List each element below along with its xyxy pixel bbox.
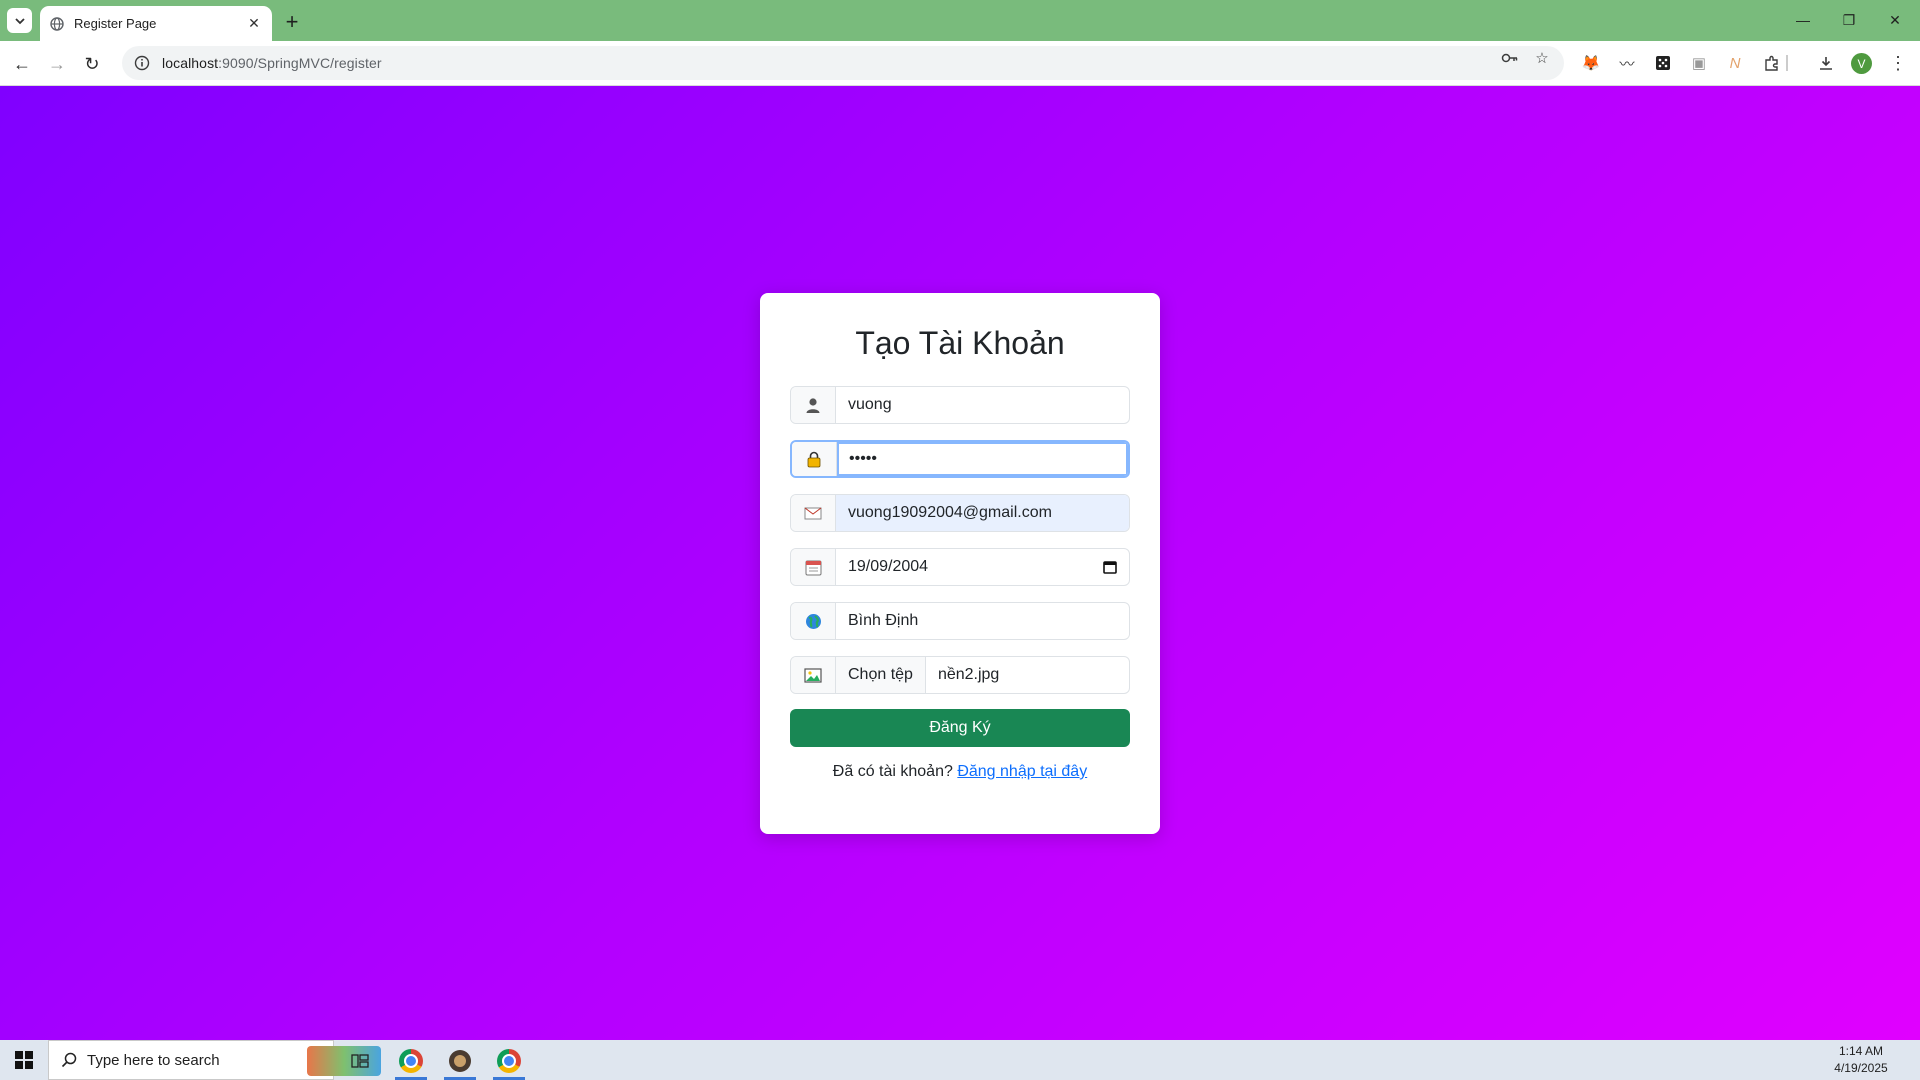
address-input[interactable]: Bình Định (836, 603, 1129, 639)
task-view-icon[interactable] (338, 1044, 382, 1078)
minimize-button[interactable]: — (1780, 7, 1826, 33)
metamask-extension-icon[interactable]: 🦊 (1581, 53, 1601, 73)
taskbar-search[interactable]: Type here to search (48, 1040, 381, 1080)
reload-button[interactable]: ↻ (78, 50, 106, 78)
avatar-file-group: Chọn tệp nền2.jpg (790, 656, 1130, 694)
clock-time: 1:14 AM (1838, 1044, 1884, 1058)
register-page: Tạo Tài Khoản vuong ••••• vuong19092004@… (0, 86, 1920, 1040)
address-group: Bình Định (790, 602, 1130, 640)
forward-button[interactable]: → (43, 50, 71, 78)
url-host: localhost (162, 55, 219, 71)
bookmark-star-icon[interactable]: ☆ (1532, 48, 1552, 68)
start-button[interactable] (0, 1040, 48, 1080)
chrome-icon (399, 1049, 423, 1073)
page-title: Tạo Tài Khoản (855, 325, 1065, 361)
extensions-puzzle-icon[interactable] (1762, 53, 1782, 73)
tab-title: Register Page (74, 16, 157, 31)
search-icon (61, 1052, 77, 1068)
calendar-icon (791, 549, 836, 585)
login-prompt-text: Đã có tài khoản? (832, 763, 953, 780)
choose-file-button[interactable]: Chọn tệp (836, 657, 926, 693)
envelope-icon (791, 495, 836, 531)
system-clock[interactable]: 1:14 AM 4/19/2025 (1826, 1043, 1896, 1077)
email-input[interactable]: vuong19092004@gmail.com (836, 495, 1129, 531)
taskbar-app-2[interactable] (438, 1044, 482, 1080)
extension-dice-icon[interactable] (1653, 53, 1673, 73)
password-group: ••••• (790, 440, 1130, 478)
file-name-text: nền2.jpg (937, 666, 1000, 683)
key-icon[interactable] (1500, 48, 1520, 68)
menu-kebab-icon[interactable]: ⋮ (1888, 53, 1908, 73)
login-link[interactable]: Đăng nhập tại đây (957, 763, 1087, 780)
address-bar[interactable]: localhost:9090/SpringMVC/register (122, 46, 1564, 80)
chrome-icon (497, 1049, 521, 1073)
image-icon (791, 657, 836, 693)
url-text: localhost:9090/SpringMVC/register (162, 55, 382, 71)
taskbar-chrome-2[interactable] (487, 1044, 531, 1080)
close-tab-icon[interactable]: ✕ (246, 15, 262, 32)
username-group: vuong (790, 386, 1130, 424)
taskbar-chrome-1[interactable] (389, 1044, 433, 1080)
login-prompt: Đã có tài khoản? Đăng nhập tại đây (790, 763, 1130, 781)
site-info-icon[interactable] (134, 55, 150, 71)
lock-icon (792, 442, 837, 476)
close-window-button[interactable]: ✕ (1872, 7, 1918, 33)
globe-icon (50, 16, 64, 31)
windows-taskbar: Type here to search 1:14 AM 4/19/2025 (0, 1040, 1920, 1080)
date-picker-icon[interactable] (1103, 560, 1117, 574)
chevron-down-icon (14, 17, 25, 24)
downloads-icon[interactable] (1816, 53, 1836, 73)
extension-n-icon[interactable]: N (1725, 53, 1745, 73)
globe-icon (791, 603, 836, 639)
tab-search-button[interactable] (7, 8, 32, 33)
profile-avatar[interactable]: V (1851, 53, 1872, 74)
toolbar-divider (1786, 55, 1788, 71)
password-input[interactable]: ••••• (837, 442, 1128, 476)
email-group: vuong19092004@gmail.com (790, 494, 1130, 532)
browser-tab-strip: Register Page ✕ + — ❐ ✕ (0, 0, 1920, 41)
register-button[interactable]: Đăng Ký (790, 709, 1130, 747)
app-badge-icon (449, 1050, 471, 1072)
windows-logo-icon (15, 1051, 33, 1069)
restore-button[interactable]: ❐ (1826, 7, 1872, 33)
search-placeholder: Type here to search (87, 1051, 220, 1069)
browser-tab-register[interactable]: Register Page ✕ (40, 6, 272, 41)
extension-screen-icon[interactable]: ▣ (1689, 53, 1709, 73)
dob-group: 19/09/2004 (790, 548, 1130, 586)
url-path: :9090/SpringMVC/register (218, 55, 382, 71)
register-card: Tạo Tài Khoản vuong ••••• vuong19092004@… (760, 293, 1160, 834)
clock-date: 4/19/2025 (1834, 1061, 1888, 1075)
dob-value: 19/09/2004 (848, 558, 929, 575)
new-tab-button[interactable]: + (280, 9, 304, 34)
dob-input[interactable]: 19/09/2004 (836, 549, 1129, 585)
extension-wave-icon[interactable]: 〰 (1617, 53, 1637, 73)
back-button[interactable]: ← (8, 50, 36, 78)
username-input[interactable]: vuong (836, 387, 1129, 423)
browser-toolbar: ← → ↻ localhost:9090/SpringMVC/register … (0, 41, 1920, 86)
user-icon (791, 387, 836, 423)
